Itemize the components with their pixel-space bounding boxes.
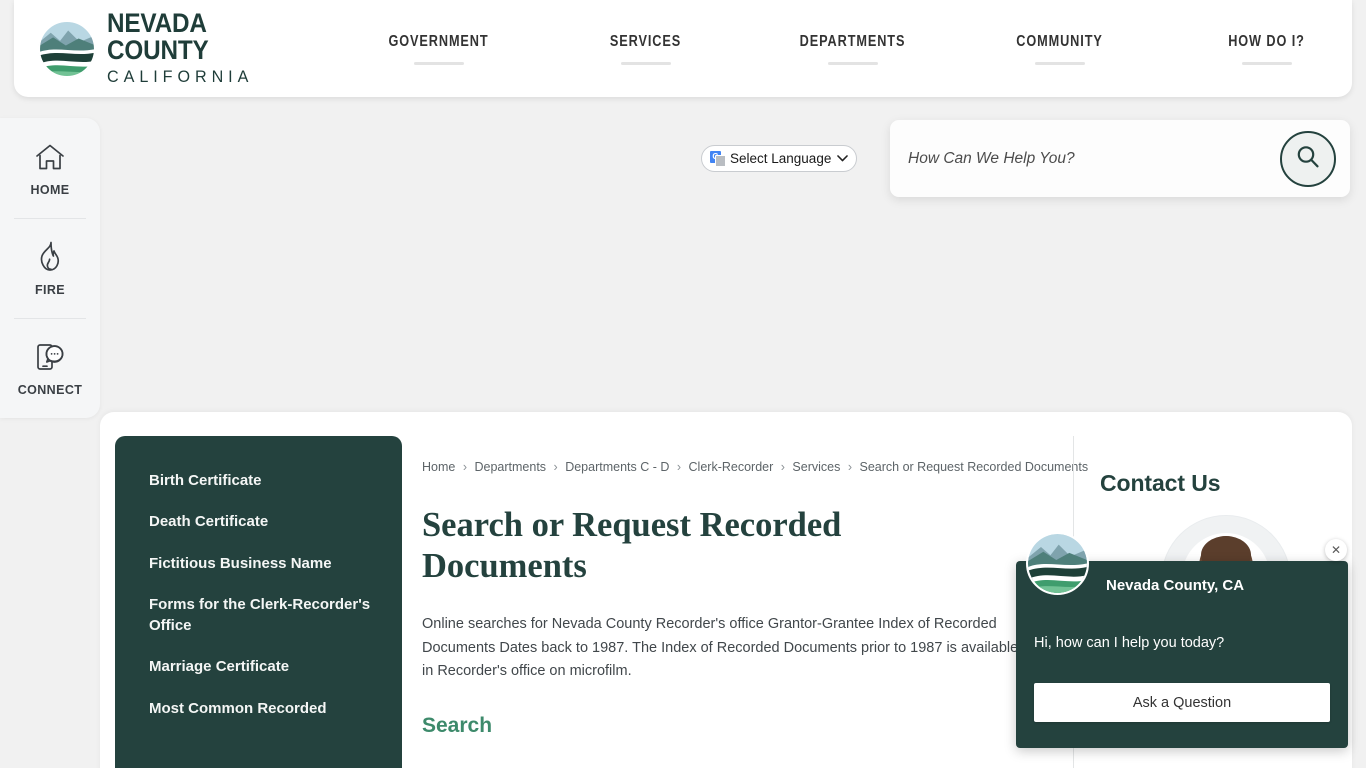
rail-item-home[interactable]: HOME [0,118,100,218]
breadcrumb: Home › Departments › Departments C - D ›… [422,436,1088,474]
nav-label: DEPARTMENTS [799,32,906,50]
chat-widget: Nevada County, CA Hi, how can I help you… [1016,532,1348,748]
side-menu-item-death-certificate[interactable]: Death Certificate [115,501,402,542]
nav-item-community[interactable]: COMMUNITY [956,33,1163,65]
logo-line-1: NEVADA COUNTY [107,7,209,66]
main-content: Home › Departments › Departments C - D ›… [422,436,1088,738]
ask-a-question-button[interactable]: Ask a Question [1034,683,1330,722]
breadcrumb-item-current: Search or Request Recorded Documents [859,460,1089,474]
nav-underline [1034,61,1085,65]
breadcrumb-item-departments[interactable]: Departments [474,460,546,474]
close-icon[interactable]: ✕ [1325,539,1347,561]
breadcrumb-separator: › [462,460,467,474]
breadcrumb-separator: › [847,460,853,474]
quick-links-rail: HOME FIRE CONNECT [0,118,100,418]
breadcrumb-separator: › [780,460,785,474]
contact-us-heading: Contact Us [1100,470,1221,496]
flame-icon [38,240,62,274]
language-select[interactable]: G Select Language [701,145,857,172]
chat-brand-name: Nevada County, CA [1106,577,1245,594]
rail-label: FIRE [34,282,66,297]
breadcrumb-item-departments-c-d[interactable]: Departments C - D [565,460,669,474]
home-icon [35,140,65,174]
nav-underline [827,61,878,65]
nav-label: GOVERNMENT [388,32,489,50]
primary-navigation: GOVERNMENT SERVICES DEPARTMENTS COMMUNIT… [335,33,1366,65]
breadcrumb-separator: › [676,460,682,474]
chevron-down-icon [837,153,848,165]
nevada-county-logo-icon [1026,532,1089,595]
logo-wordmark: NEVADA COUNTY CALIFORNIA [107,7,261,87]
breadcrumb-item-home[interactable]: Home [422,460,455,474]
search-input[interactable] [890,149,1280,168]
side-menu-item-fictitious-business-name[interactable]: Fictitious Business Name [115,543,402,584]
search-submit-button[interactable] [1280,130,1336,187]
breadcrumb-item-clerk-recorder[interactable]: Clerk-Recorder [689,460,774,474]
nav-label: COMMUNITY [1016,32,1103,50]
search-icon [1295,144,1321,173]
side-menu-item-birth-certificate[interactable]: Birth Certificate [115,460,402,501]
nav-label: HOW DO I? [1228,32,1305,50]
nav-label: SERVICES [609,32,682,50]
page-root: NEVADA COUNTY CALIFORNIA GOVERNMENT SERV… [0,0,1366,768]
page-title: Search or Request Recorded Documents [422,506,842,586]
rail-item-fire[interactable]: FIRE [0,218,100,318]
side-menu-item-most-common-recorded[interactable]: Most Common Recorded [115,688,402,729]
section-heading-search: Search [422,713,493,737]
breadcrumb-separator: › [553,460,558,474]
nav-item-how-do-i[interactable]: HOW DO I? [1163,33,1366,65]
nav-underline [620,61,671,65]
nav-item-government[interactable]: GOVERNMENT [335,33,542,65]
site-logo-link[interactable]: NEVADA COUNTY CALIFORNIA [38,7,261,87]
nevada-county-logo-icon [38,19,96,78]
language-select-label: Select Language [730,151,832,166]
rail-label: HOME [30,182,70,197]
nav-underline [1241,61,1292,65]
section-side-menu: Birth Certificate Death Certificate Fict… [115,436,402,768]
side-menu-item-marriage-certificate[interactable]: Marriage Certificate [115,646,402,687]
site-header: NEVADA COUNTY CALIFORNIA GOVERNMENT SERV… [14,0,1352,97]
side-menu-item-forms-clerk-recorder[interactable]: Forms for the Clerk-Recorder's Office [115,584,402,647]
chat-phone-icon [35,340,65,374]
rail-label: CONNECT [17,382,83,397]
site-search-bar [890,120,1350,197]
chat-greeting-message: Hi, how can I help you today? [1034,635,1225,651]
logo-line-2: CALIFORNIA [107,66,254,86]
nav-item-departments[interactable]: DEPARTMENTS [749,33,956,65]
nav-underline [413,61,464,65]
rail-item-connect[interactable]: CONNECT [0,318,100,418]
intro-paragraph: Online searches for Nevada County Record… [422,616,1019,680]
google-translate-icon: G [710,150,726,167]
breadcrumb-item-services[interactable]: Services [792,460,840,474]
nav-item-services[interactable]: SERVICES [542,33,749,65]
